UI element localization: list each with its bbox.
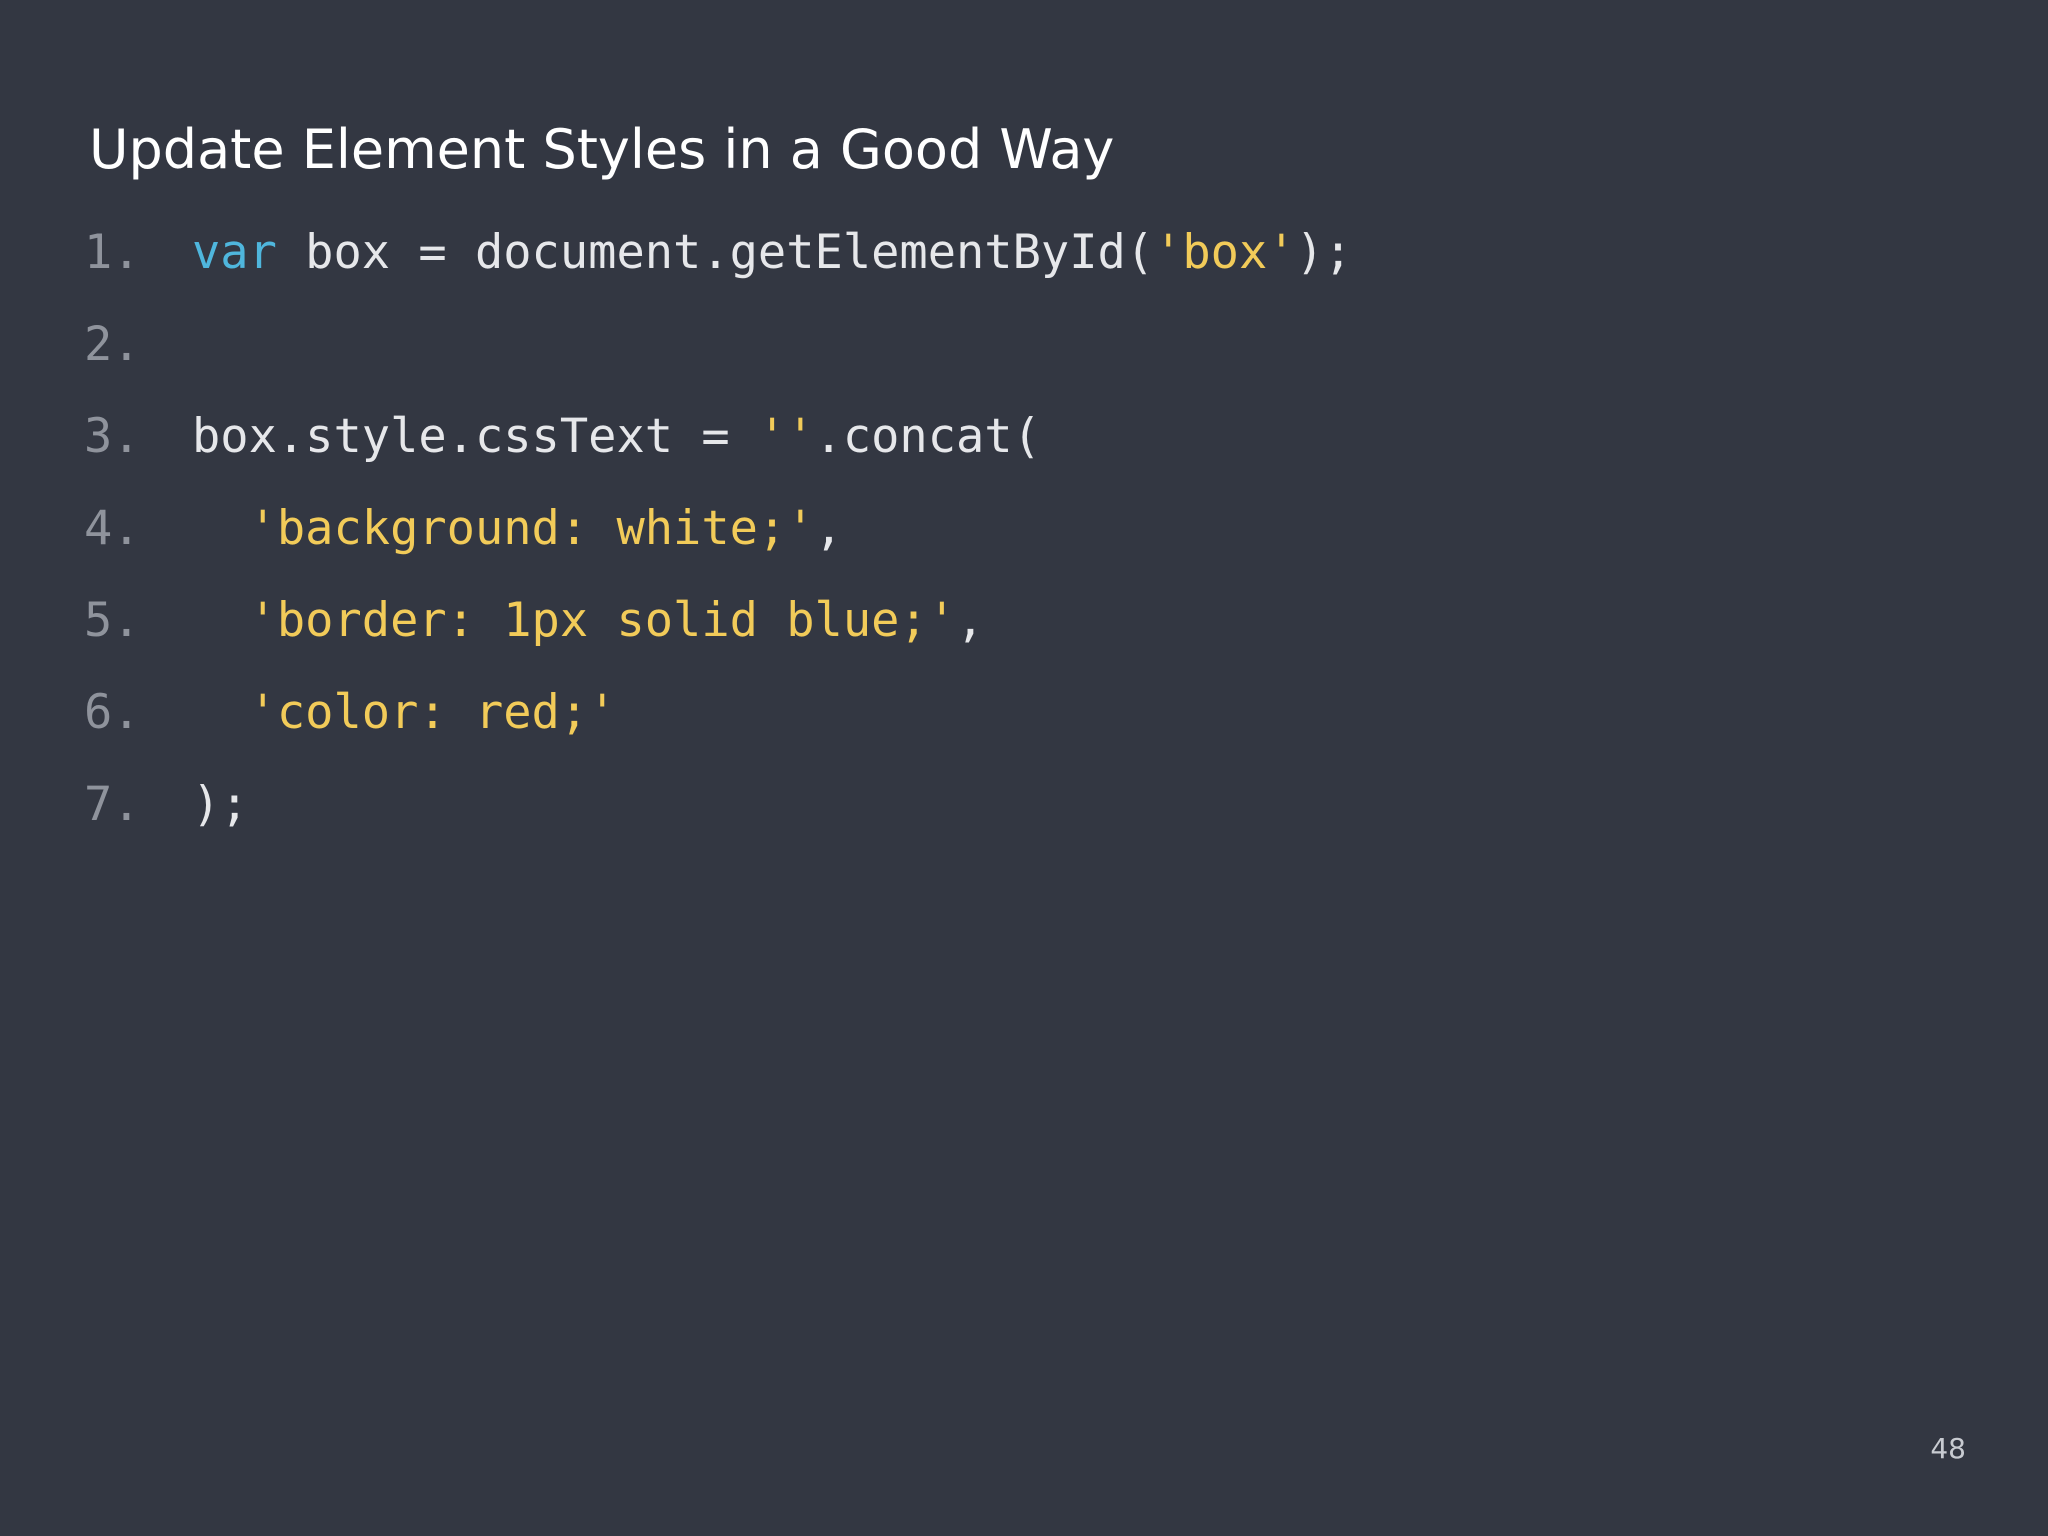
code-line-7: 7.); (84, 759, 1352, 851)
code-text: ); (1295, 225, 1353, 280)
code-line-6: 6. 'color: red;' (84, 667, 1352, 759)
code-line-2: 2. (84, 299, 1352, 391)
code-keyword: var (192, 225, 277, 280)
code-text: .concat( (814, 409, 1041, 464)
code-line-1: 1. var box = document.getElementById('box… (84, 207, 1352, 299)
slide: Update Element Styles in a Good Way 1. va… (0, 0, 2048, 1536)
slide-title: Update Element Styles in a Good Way (89, 118, 1115, 181)
code-block: 1. var box = document.getElementById('box… (84, 207, 1352, 851)
code-line-4: 4. 'background: white;', (84, 483, 1352, 575)
line-number: 6. (84, 685, 141, 740)
line-number: 2. (84, 317, 141, 372)
code-text: box.style.cssText = (192, 409, 758, 464)
line-number: 4. (84, 501, 141, 556)
line-number: 1. (84, 225, 141, 280)
code-string: 'color: red;' (248, 685, 617, 740)
code-string: 'border: 1px solid blue;' (248, 593, 957, 648)
line-number: 5. (84, 593, 141, 648)
code-line-5: 5. 'border: 1px solid blue;', (84, 575, 1352, 667)
code-text: ); (192, 777, 249, 832)
line-number: 7. (84, 777, 141, 832)
code-text: box = document.getElementById( (276, 225, 1155, 280)
code-string: '' (757, 409, 815, 464)
code-text: , (814, 501, 843, 556)
page-number: 48 (1930, 1432, 1966, 1465)
code-string: 'box' (1154, 225, 1296, 280)
code-line-3: 3. box.style.cssText = ''.concat( (84, 391, 1352, 483)
line-number: 3. (84, 409, 141, 464)
code-text: , (956, 593, 985, 648)
code-string: 'background: white;' (248, 501, 815, 556)
